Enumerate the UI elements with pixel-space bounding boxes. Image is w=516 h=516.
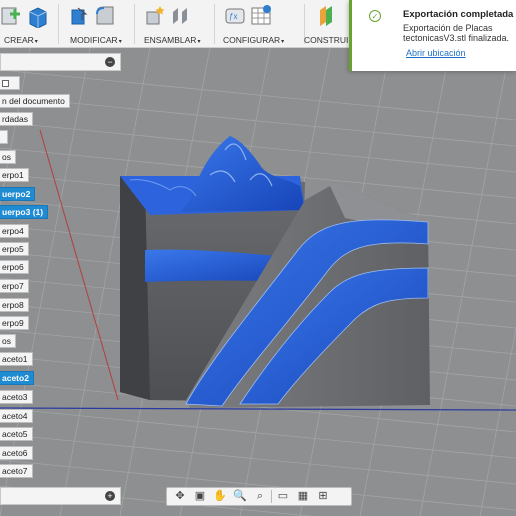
success-check-icon: ✓ [369,10,381,22]
toolbar-divider [214,4,215,44]
orbit-icon[interactable]: ✥ [171,489,189,504]
tree-item-mesh3[interactable]: aceto3 [0,390,33,404]
tree-item-mesh5[interactable]: aceto5 [0,427,33,441]
browser-panel-header[interactable]: − [0,53,121,71]
add-comment-icon[interactable]: + [105,491,115,501]
tree-item-body1[interactable]: erpo1 [0,168,29,182]
tree-item-origin[interactable] [0,130,8,144]
assemble-group[interactable]: ENSAMBLAR▾ [140,0,206,48]
extrude-icon[interactable] [26,4,48,29]
tree-item-body8[interactable]: erpo8 [0,298,29,312]
tree-item-mesh7[interactable]: aceto7 [0,464,33,478]
tree-item-body4[interactable]: erpo4 [0,224,29,238]
offset-plane-icon[interactable] [316,4,338,28]
tree-item-meshes-folder[interactable]: os [0,334,16,348]
toolbar-divider [134,4,135,44]
tree-item-body2[interactable]: uerpo2 [0,187,36,201]
3d-viewport[interactable] [0,48,516,516]
construct-menu-label[interactable]: CONSTRUIR [304,35,355,45]
tree-item-named-views[interactable]: rdadas [0,112,33,126]
pan-icon[interactable]: ✋ [211,489,229,504]
tree-item-mesh4[interactable]: aceto4 [0,409,33,423]
y-axis-line [39,129,119,401]
tree-item-root[interactable] [0,76,20,90]
notification-title: Exportación completada [403,9,514,20]
viewports-icon[interactable]: ⊞ [314,489,332,504]
navigation-bar: ✥ ▣ ✋ 🔍 ⌕ ▭ ▦ ⊞ [166,487,352,506]
toolbar-divider [58,4,59,44]
fillet-icon[interactable] [94,4,116,28]
configure-menu-label[interactable]: CONFIGURAR▾ [223,35,284,45]
zoom-icon[interactable]: 🔍 [231,489,249,504]
configuration-table-icon[interactable] [250,4,272,28]
x-axis-line [0,407,516,411]
tree-item-mesh2[interactable]: aceto2 [0,371,34,385]
grid-settings-icon[interactable]: ▦ [294,489,312,504]
notification-message: Exportación de Placas tectonicasV3.stl f… [403,23,510,43]
tree-item-body6[interactable]: erpo6 [0,260,29,274]
configure-group[interactable]: ƒx CONFIGURAR▾ [220,0,298,48]
export-notification: ✓ Exportación completada Exportación de … [349,0,516,71]
fit-view-icon[interactable]: ⌕ [251,489,269,504]
tree-item-mesh6[interactable]: aceto6 [0,446,33,460]
svg-text:ƒx: ƒx [229,12,237,21]
mountain-range [180,136,305,212]
visibility-checkbox[interactable] [2,80,9,87]
look-at-icon[interactable]: ▣ [191,489,209,504]
collapse-browser-icon[interactable]: − [105,57,115,67]
parameters-icon[interactable]: ƒx [224,4,246,28]
tree-item-body9[interactable]: erpo9 [0,316,29,330]
create-group[interactable]: CREAR▾ [0,0,55,48]
joint-icon[interactable] [170,4,192,28]
model-scene [0,48,516,516]
new-component-icon[interactable] [144,4,166,28]
construct-group[interactable]: CONSTRUIR [304,0,355,48]
open-location-link[interactable]: Abrir ubicación [406,48,466,58]
modify-menu-label[interactable]: MODIFICAR▾ [70,35,122,45]
tree-item-bodies-folder[interactable]: os [0,150,16,164]
tree-item-mesh1[interactable]: aceto1 [0,352,33,366]
modify-group[interactable]: MODIFICAR▾ [64,0,128,48]
tree-item-body3[interactable]: uerpo3 (1) [0,205,49,219]
assemble-menu-label[interactable]: ENSAMBLAR▾ [144,35,200,45]
navbar-divider [271,490,272,503]
create-menu-label[interactable]: CREAR▾ [4,35,38,45]
tree-item-document-settings[interactable]: n del documento [0,94,70,108]
create-sketch-icon[interactable] [0,4,22,28]
press-pull-icon[interactable] [68,4,90,28]
comments-panel-header[interactable]: + [0,487,121,505]
tree-item-body5[interactable]: erpo5 [0,242,29,256]
display-settings-icon[interactable]: ▭ [274,489,292,504]
tree-item-body7[interactable]: erpo7 [0,279,29,293]
